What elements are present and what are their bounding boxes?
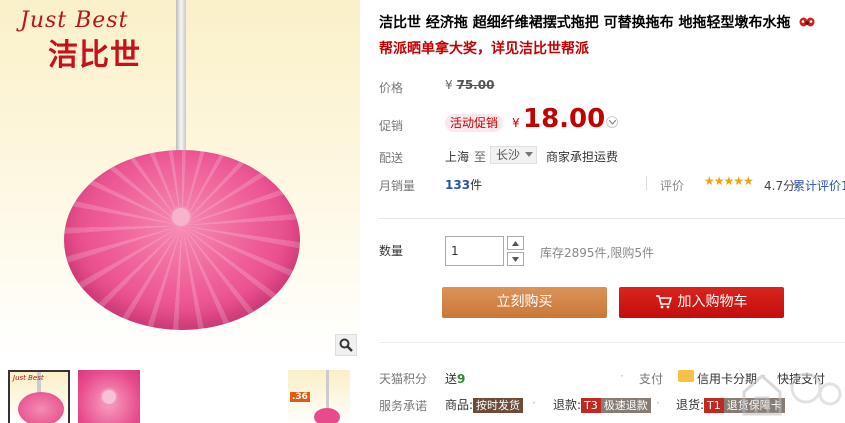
promo-tag: 活动促销 (445, 114, 504, 132)
separator-dot: · (656, 396, 660, 410)
service-promise-label: 服务承诺 (379, 399, 428, 413)
promise-item-label: 商品: (445, 398, 474, 412)
brand-logo: Just Best 洁比世 (14, 8, 154, 73)
thumbnail-1[interactable]: Just Best (8, 370, 70, 423)
rating-stars: ★★★★★ (704, 174, 754, 188)
destination-city: 长沙 (496, 148, 521, 162)
original-price-value: 75.00 (456, 78, 495, 92)
monthly-sales-unit: 件 (470, 178, 483, 192)
ship-to-word: 至 (474, 150, 487, 164)
magnifier-icon (339, 338, 353, 352)
quantity-input[interactable] (445, 236, 504, 266)
zoom-button[interactable] (335, 334, 357, 356)
destination-city-select[interactable]: 长沙 (490, 146, 537, 164)
divider (646, 176, 647, 190)
promo-subtitle-link[interactable]: 帮派晒单拿大奖，详见洁比世帮派 (379, 38, 589, 58)
original-price-currency: ¥ (445, 78, 453, 92)
credit-card-icon (678, 370, 694, 382)
buy-now-button[interactable]: 立刻购买 (442, 287, 607, 318)
add-to-cart-button[interactable]: 加入购物车 (619, 287, 784, 318)
points-value: 送9 (445, 370, 465, 387)
brand-logo-cn: 洁比世 (48, 38, 141, 73)
promise-tag: 按时发货 (473, 398, 524, 413)
thumbnail-3[interactable]: .36 (288, 370, 350, 423)
shipping-label: 配送 (379, 151, 404, 165)
stock-info: 库存2895件,限购5件 (540, 246, 654, 260)
separator-dot: · (532, 396, 536, 410)
promise-tag-code: T3 (581, 398, 601, 413)
payment-label: 支付 (639, 372, 664, 386)
thumbnail-2[interactable] (78, 370, 140, 423)
price-expand-icon[interactable] (606, 116, 618, 128)
quantity-increase-button[interactable] (507, 236, 524, 250)
product-title: 洁比世 经济拖 超细纤维裙摆式拖把 可替换拖布 地拖轻型墩布水拖 (379, 12, 845, 32)
rating-label: 评价 (660, 179, 685, 193)
promise-tag-code: T1 (704, 398, 724, 413)
original-price: ¥ 75.00 (445, 78, 494, 92)
mop-head (64, 150, 300, 330)
mop-hub (170, 206, 192, 228)
points-number: 9 (457, 372, 466, 386)
shopping-cart-icon (655, 295, 672, 309)
thumbnail-3-price: .36 (290, 392, 310, 402)
main-product-image[interactable]: Just Best 洁比世 (0, 0, 360, 360)
promise-item-label: 退款: (553, 398, 582, 412)
promise-fast-refund[interactable]: 退款: T3 极速退款 (553, 396, 651, 413)
monthly-sales: 133件 (445, 176, 482, 193)
promo-price: 18.00 (523, 104, 606, 134)
points-label: 天猫积分 (379, 372, 428, 386)
thumbnail-strip: Just Best .36 (0, 362, 360, 423)
promo-price-currency: ¥ (512, 116, 520, 130)
monthly-sales-label: 月销量 (379, 179, 416, 193)
gift-bow-icon (799, 17, 815, 27)
promo-label: 促销 (379, 119, 404, 133)
promise-item-label: 退货: (676, 398, 705, 412)
add-to-cart-label: 加入购物车 (677, 294, 748, 310)
ship-from: 上海 (445, 150, 470, 164)
quantity-label: 数量 (379, 244, 404, 258)
product-title-text: 洁比世 经济拖 超细纤维裙摆式拖把 可替换拖布 地拖轻型墩布水拖 (379, 15, 791, 31)
promise-ontime-shipping[interactable]: 商品: 按时发货 (445, 396, 524, 413)
freight-info: 商家承担运费 (546, 150, 619, 164)
cumulative-reviews-link[interactable]: 累计评价1 (793, 177, 845, 194)
chevron-down-icon (512, 256, 519, 262)
promise-tag: 极速退款 (600, 398, 651, 413)
chevron-down-icon (525, 152, 533, 157)
quantity-decrease-button[interactable] (507, 252, 524, 266)
separator-dot: · (620, 369, 624, 383)
product-gallery: Just Best 洁比世 Just Best .36 (0, 0, 360, 423)
section-divider (379, 218, 845, 219)
chevron-up-icon (512, 240, 519, 246)
monthly-sales-count: 133 (445, 178, 471, 192)
points-prefix: 送 (445, 372, 458, 386)
price-label: 价格 (379, 81, 404, 95)
section-divider-2 (379, 342, 845, 343)
site-watermark-icon (742, 372, 842, 416)
rating-value: 4.7分 (764, 179, 796, 193)
thumbnail-1-brand: Just Best (13, 374, 44, 382)
